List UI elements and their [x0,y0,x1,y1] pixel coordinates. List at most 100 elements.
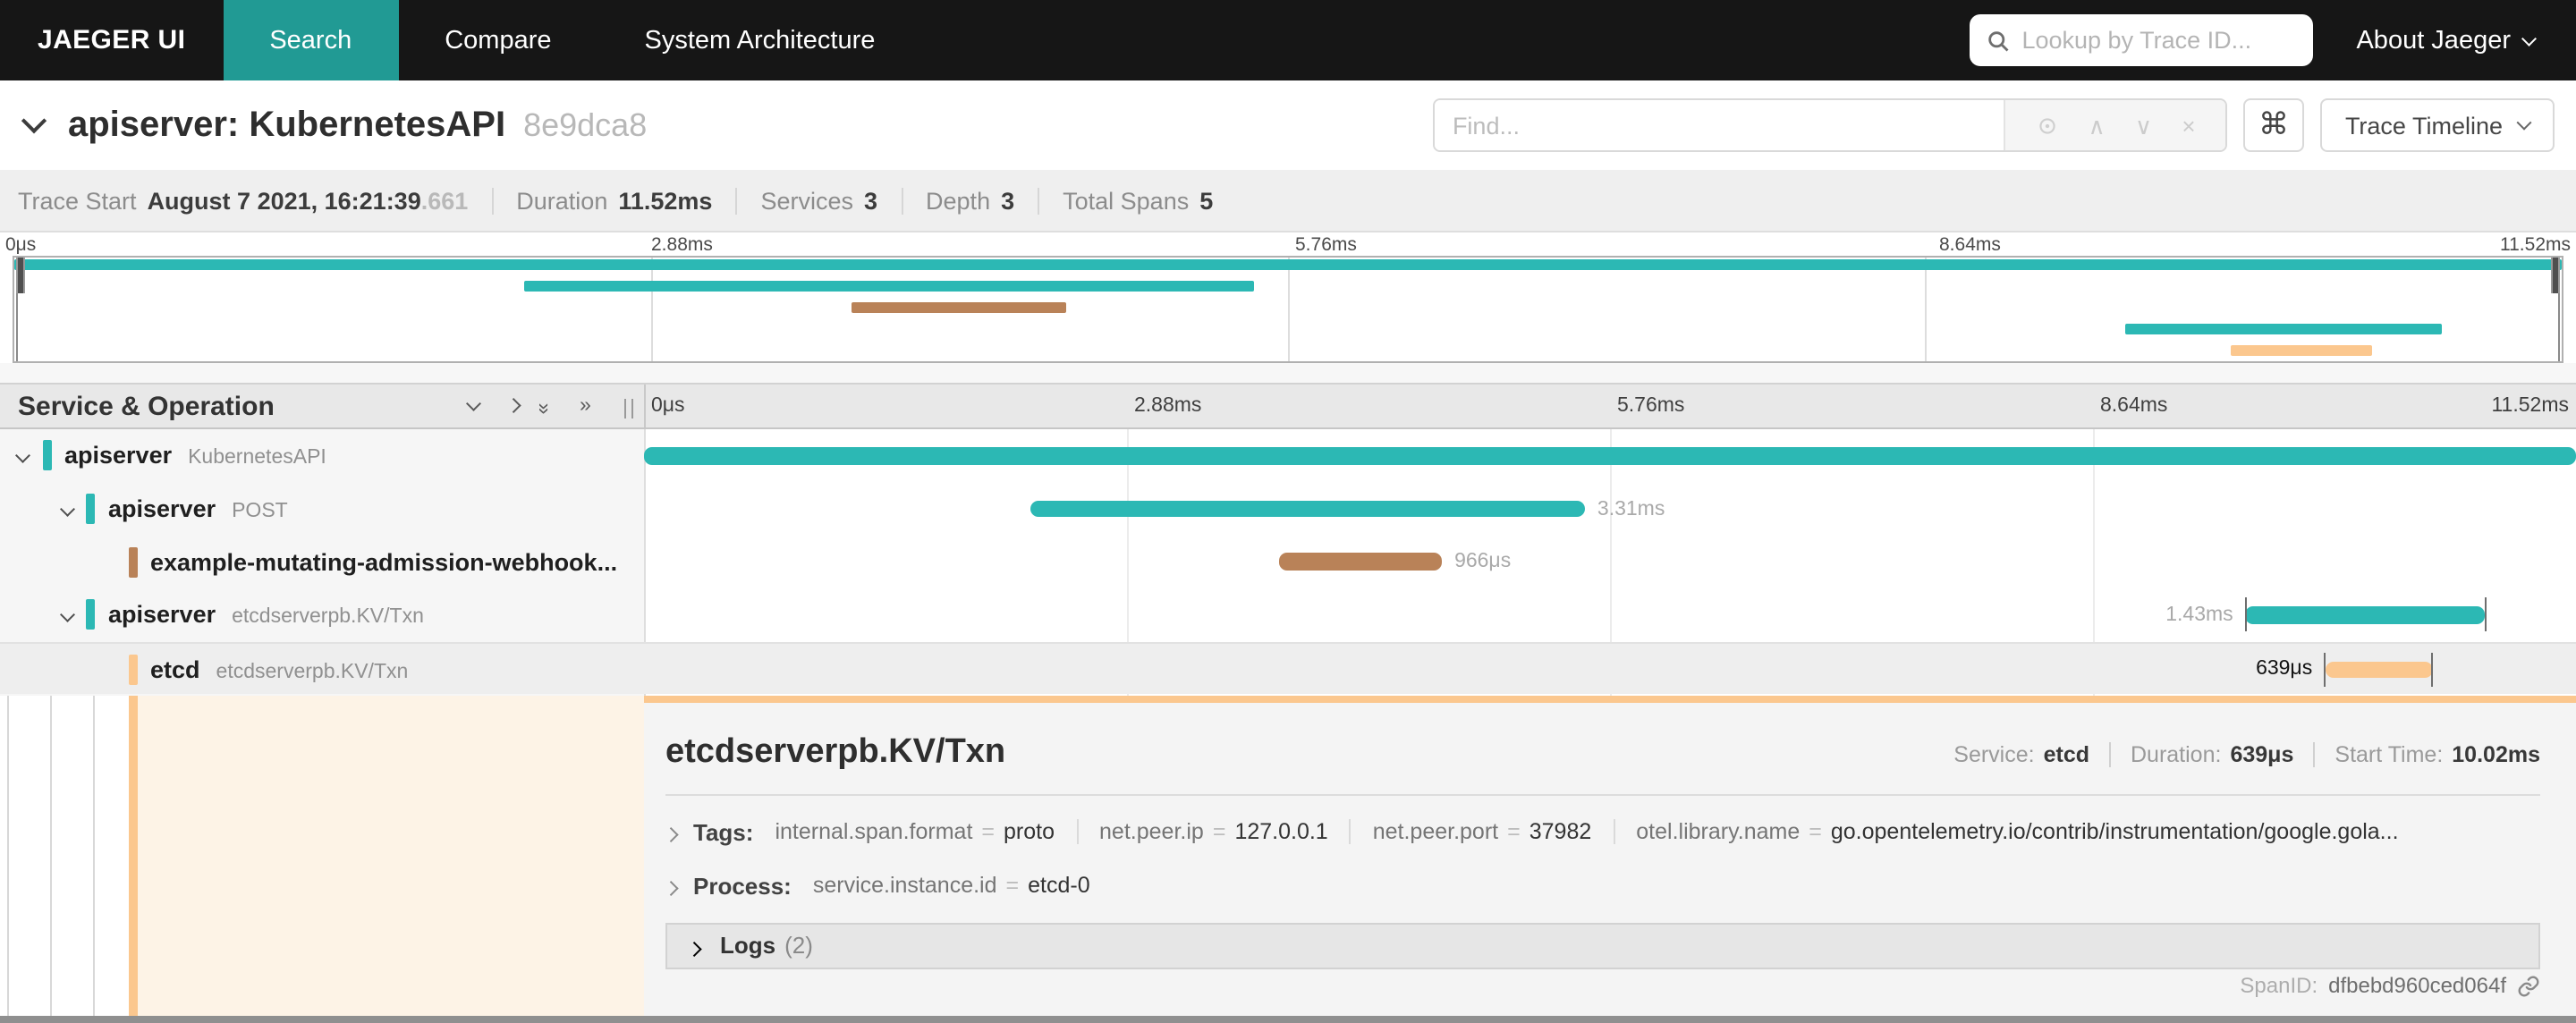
span-row-apiserver-etcd-txn[interactable]: apiserver etcdserverpb.KV/Txn 1.43ms [0,588,2576,641]
start-time-value: 10.02ms [2452,741,2540,766]
service-label: Service: [1953,741,2035,766]
logs-label: Logs [720,932,776,959]
span-bar[interactable] [1030,500,1585,518]
span-id-label: SpanID: [2240,973,2318,998]
tree-guide-line [92,695,94,1016]
nav-tab-search[interactable]: Search [223,0,399,80]
trace-start-label: Trace Start [18,187,137,214]
span-color-chip [129,546,137,578]
selected-span-tint [137,695,644,1016]
tags-label: Tags: [693,818,754,845]
process-label: Process: [693,872,792,899]
bottom-scrollbar[interactable] [0,1016,2576,1023]
minimap-gridline [1288,258,1290,361]
minimap-span-bar [523,281,1255,292]
about-jaeger-menu[interactable]: About Jaeger [2356,26,2536,55]
column-divider [644,385,646,427]
chevron-down-icon[interactable] [15,440,30,472]
chevron-down-icon [2521,30,2536,45]
span-service: example-mutating-admission-webhook... [150,548,618,576]
collapse-trace-chevron-icon[interactable] [21,108,47,141]
find-input[interactable] [1434,100,2004,150]
nav-tab-system-architecture[interactable]: System Architecture [598,0,922,80]
tree-guide-line [7,695,9,1016]
span-timeline-cell[interactable] [644,429,2576,482]
minimap-gap [0,363,2576,383]
find-next-icon[interactable]: ∨ [2135,114,2152,137]
span-row-apiserver-kubernetesapi[interactable]: apiserver KubernetesAPI [0,429,2576,482]
trace-id-lookup-input[interactable] [2021,27,2298,54]
jaeger-trace-page: JAEGER UI Search Compare System Architec… [0,0,2576,1023]
chevron-right-icon [665,819,678,844]
nav-tab-compare[interactable]: Compare [398,0,597,80]
services-value: 3 [864,187,878,214]
span-bar[interactable] [644,447,2576,464]
tree-guide-line [49,695,51,1016]
find-clear-icon[interactable]: × [2182,114,2195,137]
span-duration-label: 966μs [1454,551,1512,573]
trace-id-lookup[interactable] [1970,14,2314,66]
chevron-right-icon [665,873,678,898]
trace-title: apiserver: KubernetesAPI [68,105,506,144]
span-color-chip [86,599,94,630]
expand-one-icon[interactable] [505,385,521,427]
span-timeline-cell[interactable]: 1.43ms [644,588,2576,641]
tick-label: 2.88ms [1134,395,1202,417]
trace-minimap[interactable] [13,256,2563,363]
copy-link-icon[interactable] [2517,974,2540,997]
span-detail-title: etcdserverpb.KV/Txn [665,732,1006,770]
collapse-all-icon[interactable]: » [521,403,564,410]
duration-label: Duration: [2131,741,2222,766]
duration-value: 11.52ms [618,187,713,214]
locate-icon[interactable] [2035,114,2058,137]
divider [665,793,2540,795]
view-mode-select[interactable]: Trace Timeline [2319,98,2555,152]
span-detail-panel: etcdserverpb.KV/Txn Service: etcd Durati… [644,695,2576,1016]
span-color-chip [129,654,137,685]
top-nav: JAEGER UI Search Compare System Architec… [0,0,2576,80]
collapse-one-icon[interactable] [466,385,481,427]
span-id-value: dfbebd960ced064f [2328,973,2506,998]
find-controls: ∧ ∨ × [2003,100,2225,150]
span-duration-label: 639μs [2256,658,2313,681]
depth-label: Depth [926,187,991,214]
span-row-apiserver-post[interactable]: apiserver POST 3.31ms [0,482,2576,535]
app-brand[interactable]: JAEGER UI [0,0,223,80]
span-timeline-cell[interactable]: 3.31ms [644,482,2576,535]
span-bar[interactable] [2245,606,2486,624]
trace-start-fraction: .661 [420,187,469,214]
duration-label: Duration [516,187,608,214]
find-prev-icon[interactable]: ∧ [2089,114,2106,137]
minimap-tick-labels: 0μs 2.88ms 5.76ms 8.64ms 11.52ms [0,231,2576,256]
logs-accordion[interactable]: Logs (2) [665,922,2540,968]
chevron-down-icon[interactable] [59,599,74,631]
span-service: apiserver [64,442,173,469]
trace-summary-bar: Trace Start August 7 2021, 16:21:39 .661… [0,170,2576,232]
column-resizer-grip[interactable] [624,399,633,418]
chevron-down-icon[interactable] [59,493,74,525]
span-color-chip [43,440,51,471]
minimap-gridline [1925,258,1927,361]
span-row-etcd-txn-selected[interactable]: etcd etcdserverpb.KV/Txn 639μs [0,641,2576,695]
span-timeline-cell[interactable]: 639μs [644,644,2576,695]
minimap-right-scrubber[interactable] [2551,258,2560,361]
tick-label: 8.64ms [1939,234,2001,256]
expand-all-icon[interactable]: » [580,385,592,427]
tags-accordion[interactable]: Tags: internal.span.format = proto net.pee… [665,818,2540,845]
span-id-row: SpanID: dfbebd960ced064f [2240,973,2540,998]
span-bar[interactable] [2325,661,2433,679]
span-operation: POST [232,501,288,523]
total-spans-value: 5 [1199,187,1214,214]
depth-value: 3 [1001,187,1015,214]
span-timeline-cell[interactable]: 966μs [644,536,2576,588]
minimap-left-scrubber[interactable] [16,258,25,361]
span-bar[interactable] [1279,553,1443,571]
tick-label: 5.76ms [1617,395,1685,417]
trace-id-short: 8e9dca8 [523,106,648,142]
keyboard-shortcuts-button[interactable]: ⌘ [2242,98,2304,152]
find-group: ∧ ∨ × [1432,98,2227,152]
span-row-webhook[interactable]: example-mutating-admission-webhook... 96… [0,536,2576,588]
view-mode-label: Trace Timeline [2344,112,2503,139]
process-accordion[interactable]: Process: service.instance.id = etcd-0 [665,872,2540,899]
selected-span-accent-bar [129,695,137,1016]
